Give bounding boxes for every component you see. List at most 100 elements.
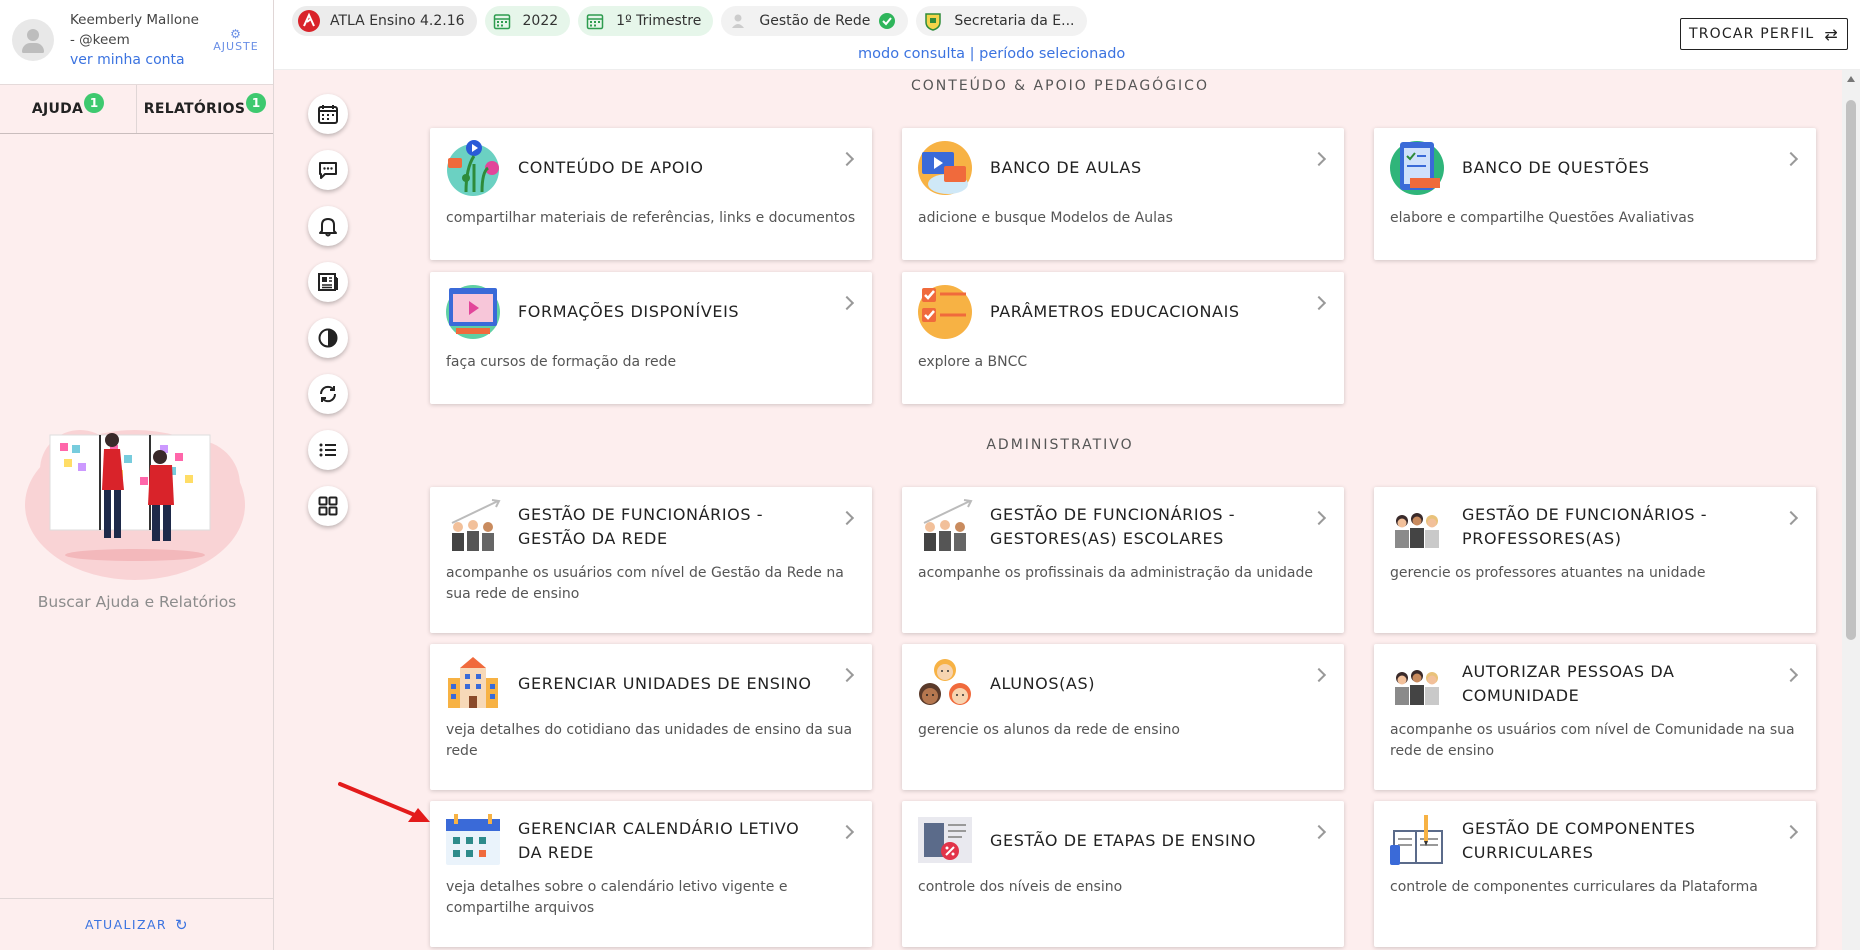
chevron-right-icon bbox=[1311, 510, 1327, 526]
checklist-icon bbox=[918, 285, 972, 339]
chip-year-label: 2022 bbox=[522, 13, 559, 29]
card-calendario[interactable]: GERENCIAR CALENDÁRIO LETIVO DA REDE veja… bbox=[430, 801, 872, 947]
tab-ajuda[interactable]: AJUDA 1 bbox=[0, 85, 136, 133]
chevron-right-icon bbox=[839, 295, 855, 311]
card-unidades-desc: veja detalhes do cotidiano das unidades … bbox=[446, 722, 853, 759]
settings-button[interactable]: ⚙ AJUSTE bbox=[209, 28, 263, 53]
card-formacoes[interactable]: FORMAÇÕES DISPONÍVEIS faça cursos de for… bbox=[430, 272, 872, 404]
card-banco-aulas[interactable]: BANCO DE AULAS adicione e busque Modelos… bbox=[902, 128, 1344, 260]
card-componentes-title: GESTÃO DE COMPONENTES CURRICULARES bbox=[1462, 819, 1696, 862]
refresh-label: ATUALIZAR bbox=[85, 917, 167, 932]
card-conteudo-apoio[interactable]: CONTEÚDO DE APOIO compartilhar materiais… bbox=[430, 128, 872, 260]
sidebar-tabs: AJUDA 1 RELATÓRIOS 1 bbox=[0, 84, 273, 134]
curriculum-book-icon bbox=[1390, 815, 1443, 865]
user-icon bbox=[727, 10, 749, 32]
rail-contrast-button[interactable] bbox=[308, 318, 348, 358]
chip-platform[interactable]: ATLA Ensino 4.2.16 bbox=[292, 6, 477, 36]
scroll-up-icon[interactable] bbox=[1847, 76, 1855, 82]
avatar[interactable] bbox=[12, 19, 54, 61]
chip-year[interactable]: 2022 bbox=[484, 6, 571, 36]
account-link[interactable]: ver minha conta bbox=[70, 50, 210, 70]
card-etapas-desc: controle dos níveis de ensino bbox=[918, 879, 1123, 895]
card-banco-questoes-desc: elabore e compartilhe Questões Avaliativ… bbox=[1390, 210, 1695, 226]
card-alunos[interactable]: ALUNOS(AS) gerencie os alunos da rede de… bbox=[902, 644, 1344, 790]
rail-grid-button[interactable] bbox=[308, 486, 348, 526]
calendar-icon bbox=[584, 10, 606, 32]
switch-profile-button[interactable]: TROCAR PERFIL ⇄ bbox=[1680, 18, 1848, 50]
tab-ajuda-badge: 1 bbox=[84, 93, 105, 113]
calendar-icon bbox=[491, 10, 513, 32]
chevron-right-icon bbox=[1311, 295, 1327, 311]
chip-role-label: Gestão de Rede bbox=[759, 13, 871, 29]
card-banco-questoes-title: BANCO DE QUESTÕES bbox=[1462, 158, 1650, 177]
check-circle-icon bbox=[878, 12, 896, 30]
card-func-gestao-desc: acompanhe os usuários com nível de Gestã… bbox=[446, 565, 844, 602]
chevron-right-icon bbox=[1783, 151, 1799, 167]
chevron-right-icon bbox=[1783, 824, 1799, 840]
user-name: Keemberly Mallone bbox=[70, 12, 199, 28]
chevron-right-icon bbox=[1311, 151, 1327, 167]
chip-period-label: 1º Trimestre bbox=[616, 13, 702, 29]
card-comunidade[interactable]: AUTORIZAR PESSOAS DA COMUNIDADE acompanh… bbox=[1374, 644, 1816, 790]
card-etapas-title: GESTÃO DE ETAPAS DE ENSINO bbox=[990, 831, 1257, 850]
card-banco-questoes[interactable]: BANCO DE QUESTÕES elabore e compartilhe … bbox=[1374, 128, 1816, 260]
rail-list-button[interactable] bbox=[308, 430, 348, 470]
chip-platform-label: ATLA Ensino 4.2.16 bbox=[330, 13, 465, 29]
refresh-icon: ↻ bbox=[175, 915, 189, 934]
chip-role[interactable]: Gestão de Rede bbox=[721, 6, 909, 36]
card-calendario-title: GERENCIAR CALENDÁRIO LETIVO DA REDE bbox=[518, 819, 800, 862]
card-func-gestores[interactable]: GESTÃO DE FUNCIONÁRIOS - GESTORES(AS) ES… bbox=[902, 487, 1344, 633]
card-componentes[interactable]: GESTÃO DE COMPONENTES CURRICULARES contr… bbox=[1374, 801, 1816, 947]
chevron-right-icon bbox=[1783, 510, 1799, 526]
questions-bank-icon bbox=[1390, 141, 1444, 195]
card-parametros-desc: explore a BNCC bbox=[918, 354, 1028, 370]
card-conteudo-apoio-title: CONTEÚDO DE APOIO bbox=[518, 158, 704, 177]
quick-action-rail bbox=[308, 94, 348, 542]
mode-status-text: modo consulta | período selecionado bbox=[858, 46, 1126, 62]
card-calendario-desc: veja detalhes sobre o calendário letivo … bbox=[446, 879, 788, 916]
section-title-pedagogico: CONTEÚDO & APOIO PEDAGÓGICO bbox=[911, 78, 1209, 94]
topbar: ATLA Ensino 4.2.16 2022 1º Trimestre Ges… bbox=[274, 0, 1860, 70]
sidebar: Keemberly Mallone - @keem ver minha cont… bbox=[0, 0, 274, 950]
card-func-professores-title: GESTÃO DE FUNCIONÁRIOS - PROFESSORES(AS) bbox=[1462, 505, 1708, 548]
card-func-gestao[interactable]: GESTÃO DE FUNCIONÁRIOS - GESTÃO DA REDE … bbox=[430, 487, 872, 633]
gear-icon: ⚙ bbox=[230, 27, 242, 41]
rail-sync-button[interactable] bbox=[308, 374, 348, 414]
contrast-icon bbox=[318, 328, 338, 348]
rail-notifications-button[interactable] bbox=[308, 206, 348, 246]
card-formacoes-desc: faça cursos de formação da rede bbox=[446, 354, 677, 370]
annotation-arrow-icon bbox=[338, 782, 430, 822]
list-icon bbox=[319, 443, 336, 457]
card-alunos-title: ALUNOS(AS) bbox=[990, 674, 1096, 693]
chip-institution-label: Secretaria da E... bbox=[954, 13, 1075, 29]
card-etapas[interactable]: GESTÃO DE ETAPAS DE ENSINO controle dos … bbox=[902, 801, 1344, 947]
rail-chat-button[interactable] bbox=[308, 150, 348, 190]
chip-period[interactable]: 1º Trimestre bbox=[578, 6, 714, 36]
support-content-icon bbox=[447, 140, 499, 196]
card-func-professores[interactable]: GESTÃO DE FUNCIONÁRIOS - PROFESSORES(AS)… bbox=[1374, 487, 1816, 633]
crest-icon bbox=[922, 10, 944, 32]
tab-relatorios[interactable]: RELATÓRIOS 1 bbox=[136, 85, 273, 133]
tab-ajuda-label: AJUDA bbox=[31, 101, 84, 117]
refresh-button[interactable]: ATUALIZAR ↻ bbox=[0, 898, 274, 950]
chevron-right-icon bbox=[1311, 824, 1327, 840]
school-building-icon bbox=[448, 657, 498, 708]
page-scrollbar[interactable] bbox=[1842, 70, 1860, 950]
rail-news-button[interactable] bbox=[308, 262, 348, 302]
scrollbar-thumb[interactable] bbox=[1846, 100, 1856, 640]
chevron-right-icon bbox=[839, 151, 855, 167]
card-parametros[interactable]: PARÂMETROS EDUCACIONAIS explore a BNCC bbox=[902, 272, 1344, 404]
card-func-professores-desc: gerencie os professores atuantes na unid… bbox=[1390, 565, 1706, 581]
teachers-group-icon bbox=[1395, 513, 1439, 548]
grid-icon bbox=[318, 496, 338, 516]
card-func-gestao-title: GESTÃO DE FUNCIONÁRIOS - GESTÃO DA REDE bbox=[518, 505, 764, 548]
chip-institution[interactable]: Secretaria da E... bbox=[916, 6, 1087, 36]
community-group-icon bbox=[1395, 670, 1439, 705]
card-unidades[interactable]: GERENCIAR UNIDADES DE ENSINO veja detalh… bbox=[430, 644, 872, 790]
help-search-text[interactable]: Buscar Ajuda e Relatórios bbox=[0, 593, 274, 611]
rail-calendar-button[interactable] bbox=[308, 94, 348, 134]
card-componentes-desc: controle de componentes curriculares da … bbox=[1390, 879, 1758, 895]
chevron-right-icon bbox=[839, 510, 855, 526]
news-icon bbox=[318, 273, 338, 291]
calendar-icon bbox=[318, 105, 338, 124]
